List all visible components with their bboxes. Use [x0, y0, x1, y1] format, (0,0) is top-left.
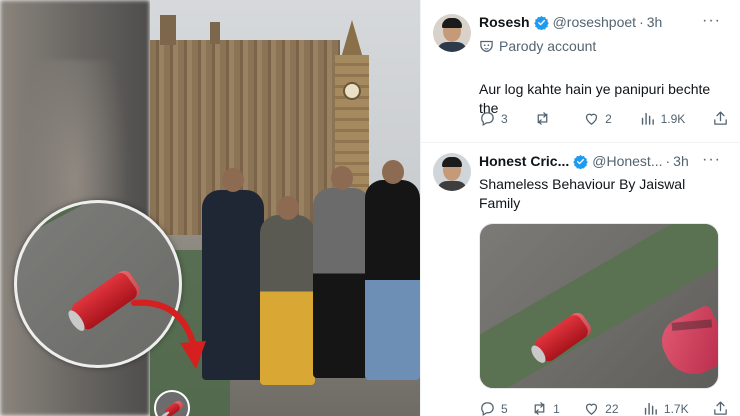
reply-count: 3 [501, 111, 508, 126]
author-handle[interactable]: @roseshpoet [553, 14, 636, 30]
soda-can-small [163, 399, 185, 416]
views-count: 1.7K [663, 401, 689, 416]
parody-label: Parody account [479, 38, 596, 54]
reply-icon [481, 112, 494, 127]
avatar-body [437, 42, 467, 52]
person-2-head [277, 196, 299, 220]
separator-dot: · [665, 153, 671, 169]
red-arrow-icon [131, 299, 206, 369]
repost-count: 1 [553, 401, 560, 416]
views-icon [641, 112, 654, 125]
person-4-head [382, 160, 404, 184]
avatar[interactable] [433, 14, 471, 52]
like-count: 2 [605, 111, 612, 126]
avatar-hair [442, 18, 462, 28]
avatar-hair [442, 157, 462, 167]
more-icon[interactable]: ··· [702, 152, 721, 168]
verified-badge-icon [533, 15, 549, 30]
tweet-media-image[interactable] [479, 223, 719, 389]
tweet-actions: 3 2 1.9K [479, 110, 729, 127]
person-3 [313, 188, 371, 378]
share-button[interactable] [712, 400, 729, 416]
repost-button[interactable]: 1 [531, 400, 560, 416]
avatar[interactable] [433, 153, 471, 191]
reply-button[interactable]: 5 [479, 400, 508, 416]
tweet-actions: 5 1 22 1.7K [479, 400, 729, 416]
reply-count: 5 [501, 401, 508, 416]
author-name[interactable]: Honest Cric... [479, 153, 569, 169]
tweet-header: Honest Cric... @Honest... · 3h ··· [479, 152, 731, 170]
reply-button[interactable]: 3 [479, 110, 508, 127]
tweet-rosesh[interactable]: Rosesh @roseshpoet · 3h ··· Parody accou… [421, 0, 740, 143]
avatar-body [437, 181, 467, 191]
views-icon [644, 402, 657, 415]
red-shoe [654, 304, 718, 384]
views-count: 1.9K [660, 111, 686, 126]
repost-icon [538, 112, 548, 125]
person-1 [202, 190, 264, 380]
clock-tower-spire [341, 20, 363, 58]
separator-dot: · [639, 14, 644, 30]
person-3-head [331, 166, 353, 190]
tweet-text: Shameless Behaviour By Jaiswal Family [479, 176, 686, 211]
tweet-header: Rosesh @roseshpoet · 3h ··· [479, 13, 731, 31]
soda-can [531, 309, 595, 365]
photo-collage [0, 0, 420, 416]
reply-icon [481, 402, 494, 416]
like-button[interactable]: 2 [583, 110, 612, 127]
share-icon [714, 401, 727, 415]
views-button[interactable]: 1.9K [639, 110, 686, 127]
repost-icon [534, 402, 545, 415]
tweet-feed: Rosesh @roseshpoet · 3h ··· Parody accou… [420, 0, 740, 416]
like-icon [586, 403, 598, 415]
views-button[interactable]: 1.7K [642, 400, 689, 416]
like-icon [586, 113, 598, 125]
timestamp[interactable]: 3h [647, 14, 663, 30]
tweet-honest-cricket[interactable]: Honest Cric... @Honest... · 3h ··· Shame… [421, 143, 740, 416]
person-1-head [222, 168, 244, 192]
timestamp[interactable]: 3h [673, 153, 689, 169]
more-icon[interactable]: ··· [702, 13, 721, 29]
person-4 [365, 180, 420, 380]
share-icon [714, 111, 727, 125]
like-button[interactable]: 22 [583, 400, 619, 416]
author-handle[interactable]: @Honest... [592, 153, 662, 169]
clock-face [343, 82, 361, 100]
parody-mask-icon [480, 40, 493, 52]
share-button[interactable] [712, 110, 729, 127]
author-name[interactable]: Rosesh [479, 14, 530, 30]
like-count: 22 [605, 401, 619, 416]
parody-label-text: Parody account [499, 38, 597, 54]
repost-button[interactable] [534, 110, 556, 127]
verified-badge-icon [573, 154, 588, 169]
person-2 [260, 215, 315, 385]
